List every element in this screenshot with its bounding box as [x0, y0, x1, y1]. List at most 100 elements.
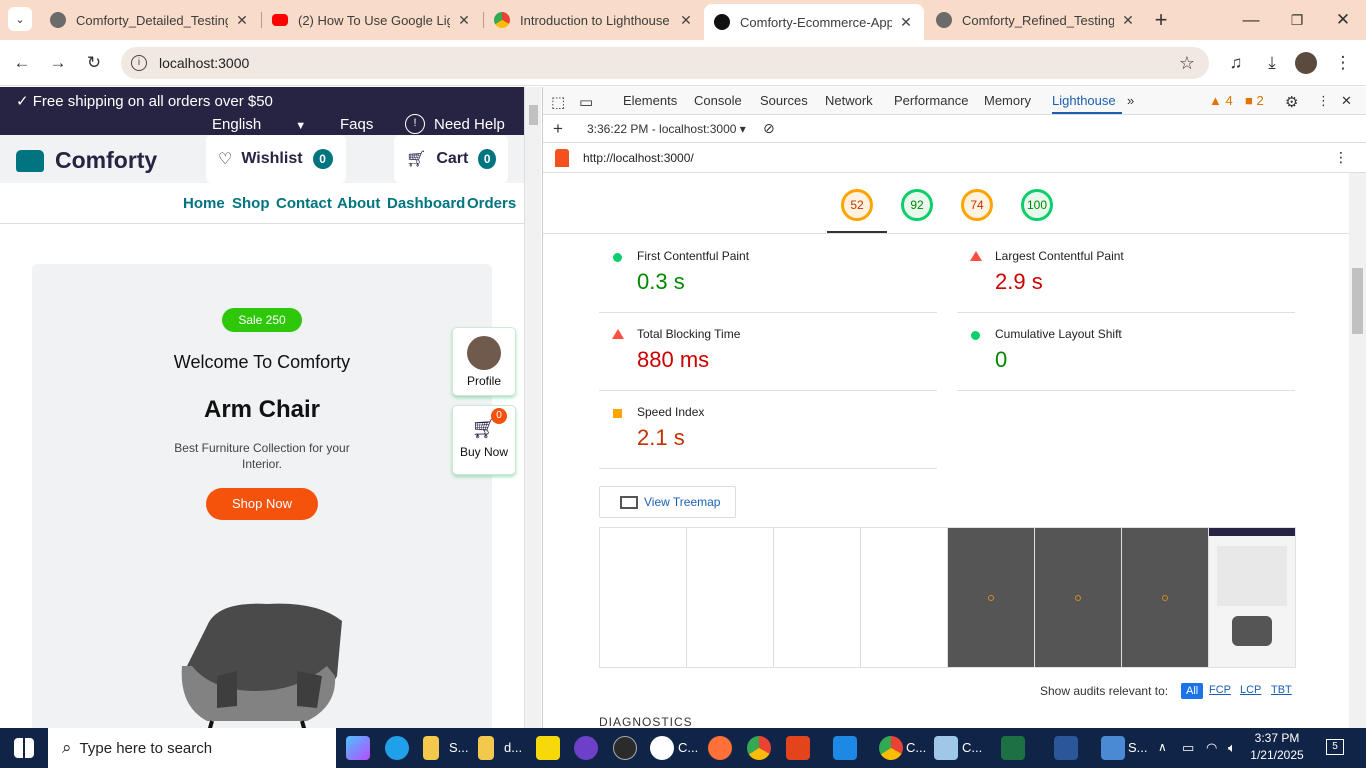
devtools-close-icon[interactable]: ✕ [1341, 93, 1352, 109]
download-icon[interactable]: ⤓ [1259, 50, 1285, 76]
language-select[interactable]: English ▼ [212, 116, 306, 133]
site-logo[interactable]: Comforty [16, 147, 157, 174]
inspect-element-icon[interactable]: ⬚ [551, 93, 565, 111]
notepad-icon[interactable] [934, 736, 958, 760]
show-hidden-icons-icon[interactable]: ∧ [1158, 740, 1167, 754]
restore-icon[interactable]: ❐ [1284, 7, 1310, 33]
taskbar-app-label[interactable]: S... [449, 740, 469, 755]
devtools-menu-icon[interactable]: ⋮ [1317, 93, 1330, 109]
taskbar-app-label[interactable]: C... [906, 740, 926, 755]
accessibility-score-gauge[interactable]: 92 [901, 189, 933, 221]
taskbar-app-label[interactable]: d... [504, 740, 522, 755]
filter-lcp[interactable]: LCP [1240, 684, 1261, 696]
wifi-icon[interactable]: ◠ [1206, 740, 1217, 756]
view-treemap-button[interactable]: View Treemap [599, 486, 736, 518]
close-icon[interactable]: ✕ [678, 12, 694, 29]
chatgpt-icon[interactable] [650, 736, 674, 760]
tab-introduction-lighthouse[interactable]: Introduction to Lighthouse ✕ [484, 4, 704, 36]
tab-performance[interactable]: Performance [894, 93, 968, 108]
nav-dashboard[interactable]: Dashboard [387, 195, 465, 212]
taskbar-app-label[interactable]: C... [678, 740, 698, 755]
issue-count[interactable]: ■ 2 [1245, 93, 1264, 108]
close-icon[interactable]: ✕ [456, 12, 472, 29]
tab-comforty-ecommerce-app[interactable]: Comforty-Ecommerce-App ✕ [704, 4, 924, 40]
tab-memory[interactable]: Memory [984, 93, 1031, 108]
obs-icon[interactable] [613, 736, 637, 760]
device-toolbar-icon[interactable]: ▭ [579, 93, 593, 111]
notification-center-icon[interactable]: 5 [1326, 739, 1344, 755]
tab-search-icon[interactable]: ⌄ [8, 7, 32, 31]
shop-now-button[interactable]: Shop Now [206, 488, 318, 520]
reload-icon[interactable]: ↻ [81, 50, 107, 76]
tab-console[interactable]: Console [694, 93, 742, 108]
clock-time[interactable]: 3:37 PM [1252, 731, 1302, 745]
nav-contact[interactable]: Contact [276, 195, 332, 212]
close-icon[interactable]: ✕ [234, 12, 250, 29]
tab-elements[interactable]: Elements [623, 93, 677, 108]
taskbar-search[interactable]: ⌕ Type here to search [48, 728, 336, 768]
edge-icon[interactable] [385, 736, 409, 760]
seo-score-gauge[interactable]: 100 [1021, 189, 1053, 221]
tab-lighthouse[interactable]: Lighthouse [1052, 93, 1116, 108]
address-url[interactable]: localhost:3000 [159, 55, 249, 71]
taskbar-app-label[interactable]: S... [1128, 740, 1148, 755]
need-help-link[interactable]: ! Need Help [405, 114, 505, 134]
bookmark-star-icon[interactable]: ☆ [1179, 53, 1195, 74]
volume-icon[interactable]: 🔈︎ [1228, 740, 1236, 756]
warning-count[interactable]: ▲ 4 [1209, 93, 1233, 108]
website-scrollbar[interactable] [524, 87, 541, 728]
tab-sources[interactable]: Sources [760, 93, 808, 108]
wishlist-button[interactable]: ♡ Wishlist 0 [206, 135, 346, 183]
forward-icon[interactable]: → [45, 50, 71, 76]
player-icon[interactable] [536, 736, 560, 760]
chrome-profile-icon[interactable] [879, 736, 903, 760]
folder-icon[interactable] [478, 736, 494, 760]
performance-score-gauge[interactable]: 52 [841, 189, 873, 221]
firefox-icon[interactable] [708, 736, 732, 760]
nav-home[interactable]: Home [183, 195, 225, 212]
chrome-icon[interactable] [747, 736, 771, 760]
scrollbar-thumb[interactable] [529, 105, 538, 125]
filter-tbt[interactable]: TBT [1271, 684, 1292, 696]
word-icon[interactable] [1054, 736, 1078, 760]
tab-network[interactable]: Network [825, 93, 873, 108]
scrollbar-thumb[interactable] [1352, 268, 1363, 334]
nav-shop[interactable]: Shop [232, 195, 270, 212]
windows-start-icon[interactable] [14, 738, 34, 758]
vscode-icon[interactable] [833, 736, 857, 760]
settings-gear-icon[interactable]: ⚙ [1285, 93, 1298, 111]
tab-comforty-detailed-testing[interactable]: Comforty_Detailed_Testing_A ✕ [40, 4, 260, 36]
window-close-icon[interactable]: ✕ [1330, 7, 1356, 33]
report-selector[interactable]: 3:36:22 PM - localhost:3000 ▾ [587, 122, 746, 136]
copilot-icon[interactable] [346, 736, 370, 760]
close-icon[interactable]: ✕ [1120, 12, 1136, 29]
profile-card[interactable]: Profile [452, 327, 516, 396]
minimize-icon[interactable]: — [1238, 7, 1264, 33]
new-tab-icon[interactable]: + [1148, 7, 1174, 33]
cart-button[interactable]: 🛒︎ Cart 0 [394, 135, 508, 183]
clock-date[interactable]: 1/21/2025 [1248, 748, 1306, 762]
best-practices-score-gauge[interactable]: 74 [961, 189, 993, 221]
excel-icon[interactable] [1001, 736, 1025, 760]
tab-youtube-lighthouse[interactable]: (2) How To Use Google Light ✕ [262, 4, 482, 36]
media-control-icon[interactable]: ♫ [1223, 50, 1249, 76]
profile-avatar[interactable] [1295, 52, 1317, 74]
clear-icon[interactable]: ⊘ [763, 120, 775, 137]
github-icon[interactable] [574, 736, 598, 760]
taskbar-app-label[interactable]: C... [962, 740, 982, 755]
office-icon[interactable] [786, 736, 810, 760]
devtools-scrollbar[interactable] [1349, 173, 1366, 728]
filter-fcp[interactable]: FCP [1209, 684, 1231, 696]
address-bar[interactable]: i localhost:3000 ☆ [121, 47, 1209, 79]
close-icon[interactable]: ✕ [898, 14, 914, 31]
nav-about[interactable]: About [337, 195, 380, 212]
browser-menu-icon[interactable]: ⋮ [1330, 50, 1356, 76]
report-menu-icon[interactable]: ⋮ [1334, 149, 1348, 166]
site-info-icon[interactable]: i [131, 55, 147, 71]
faqs-link[interactable]: Faqs [340, 116, 373, 133]
folder-icon[interactable] [423, 736, 439, 760]
new-report-icon[interactable]: + [553, 119, 563, 139]
more-tabs-icon[interactable]: » [1127, 93, 1134, 108]
photos-icon[interactable] [1101, 736, 1125, 760]
tab-comforty-refined-testing[interactable]: Comforty_Refined_Testing_A ✕ [926, 4, 1146, 36]
